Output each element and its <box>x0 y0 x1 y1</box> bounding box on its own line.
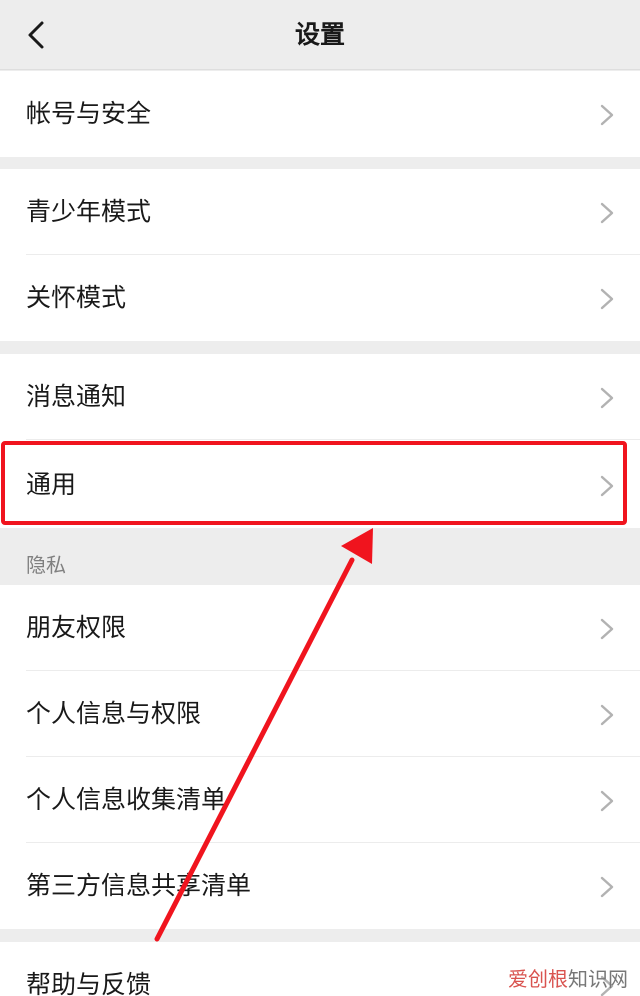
settings-item-care-mode[interactable]: 关怀模式 <box>0 255 640 341</box>
settings-item-label: 关怀模式 <box>26 283 127 312</box>
page-title: 设置 <box>294 20 345 49</box>
group-privacy: 朋友权限 个人信息与权限 个人信息收集清单 第三方信息共享清单 <box>0 585 640 929</box>
chevron-right-icon <box>600 288 614 310</box>
settings-item-label: 第三方信息共享清单 <box>26 871 252 900</box>
settings-item-label: 青少年模式 <box>26 197 152 226</box>
chevron-right-icon <box>600 475 614 497</box>
top-bar: 设置 <box>0 0 640 70</box>
watermark-suffix: 知识网 <box>568 967 628 991</box>
settings-item-notifications[interactable]: 消息通知 <box>0 354 640 440</box>
group-account: 帐号与安全 <box>0 71 640 157</box>
chevron-right-icon <box>600 876 614 898</box>
chevron-right-icon <box>600 704 614 726</box>
chevron-right-icon <box>600 104 614 126</box>
settings-item-third-party-sharing[interactable]: 第三方信息共享清单 <box>0 843 640 929</box>
settings-item-label: 通用 <box>26 470 77 499</box>
settings-item-account-security[interactable]: 帐号与安全 <box>0 71 640 157</box>
group-modes: 青少年模式 关怀模式 <box>0 169 640 341</box>
settings-item-personal-info-list[interactable]: 个人信息收集清单 <box>0 757 640 843</box>
watermark-brand: 爱创根 <box>508 967 568 991</box>
group-notify-general: 消息通知 通用 <box>0 354 640 528</box>
settings-item-label: 帮助与反馈 <box>26 970 152 996</box>
settings-item-label: 朋友权限 <box>26 613 127 642</box>
settings-item-teen-mode[interactable]: 青少年模式 <box>0 169 640 255</box>
settings-item-label: 个人信息与权限 <box>26 699 202 728</box>
settings-item-label: 个人信息收集清单 <box>26 785 227 814</box>
chevron-right-icon <box>600 618 614 640</box>
section-header-privacy: 隐私 <box>26 553 66 577</box>
row-divider <box>26 439 640 440</box>
settings-item-general[interactable]: 通用 <box>0 442 640 528</box>
chevron-right-icon <box>600 790 614 812</box>
settings-item-friend-permissions[interactable]: 朋友权限 <box>0 585 640 671</box>
chevron-right-icon <box>600 202 614 224</box>
settings-item-label: 帐号与安全 <box>26 99 152 128</box>
settings-item-personal-info-permissions[interactable]: 个人信息与权限 <box>0 671 640 757</box>
watermark: 爱创根知识网 <box>508 963 628 992</box>
settings-item-label: 消息通知 <box>26 382 127 411</box>
chevron-right-icon <box>600 387 614 409</box>
